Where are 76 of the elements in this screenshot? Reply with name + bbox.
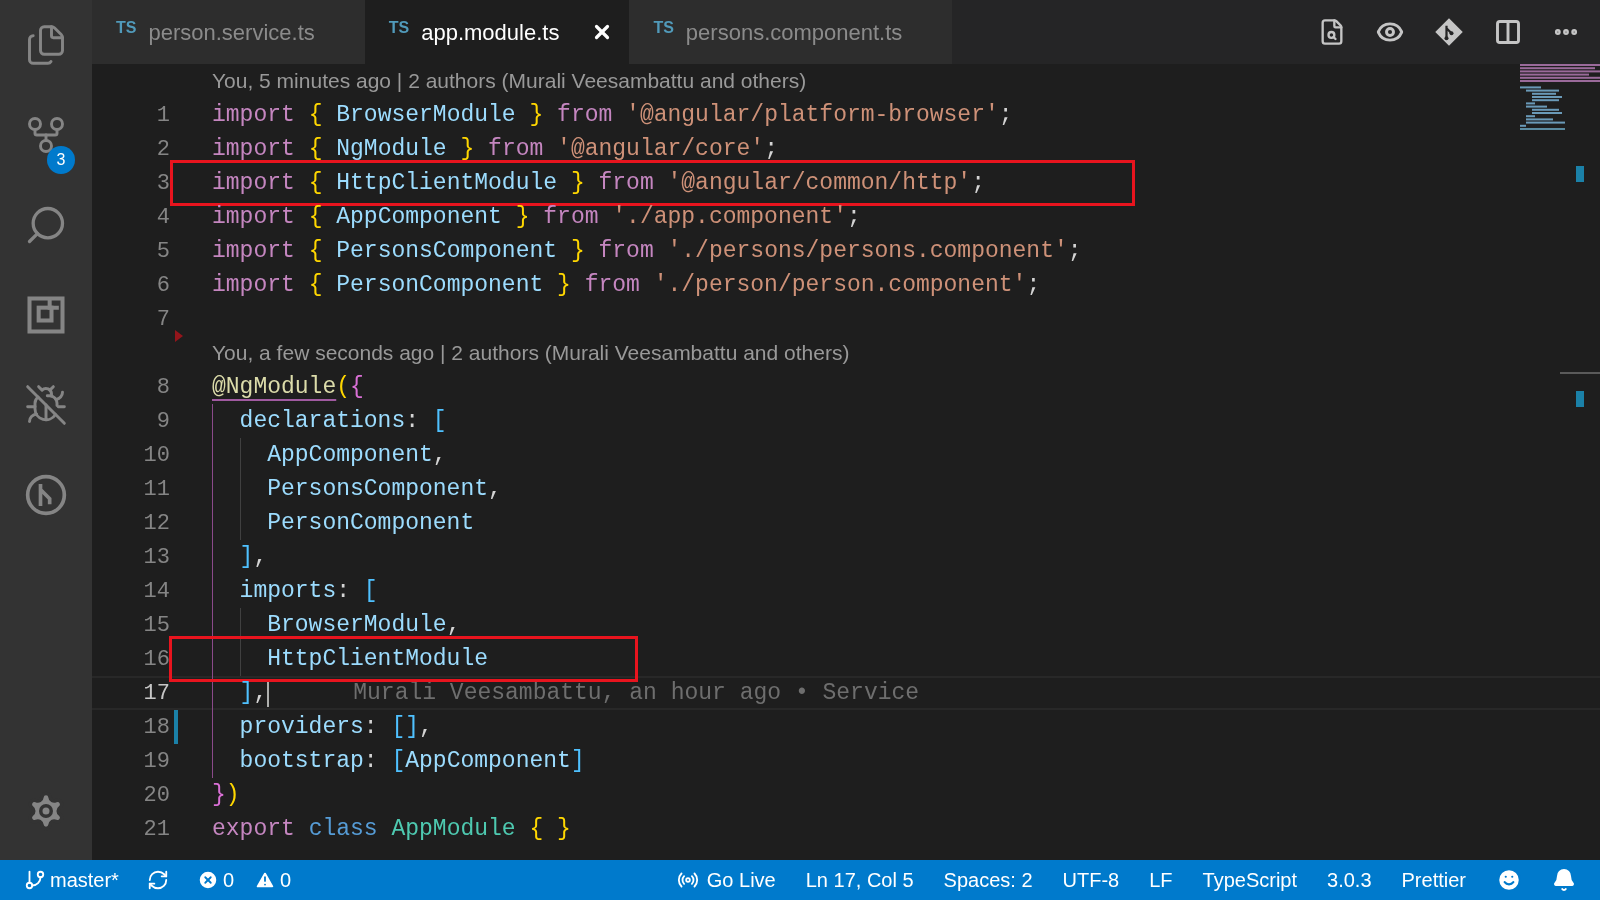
errors-button[interactable]: 0 xyxy=(196,865,235,895)
line-number: 5 xyxy=(155,237,170,266)
line-number: 16 xyxy=(142,645,170,674)
code-line: PersonsComponent, xyxy=(267,475,502,504)
file-tab[interactable]: TS app.module.ts xyxy=(364,0,630,64)
bell-icon[interactable] xyxy=(1552,868,1576,892)
codelens-annotation[interactable]: You, 5 minutes ago | 2 authors (Murali Veesambattu and others) xyxy=(212,65,807,97)
line-number: 18 xyxy=(142,713,170,742)
code-line: import { PersonComponent } from './person/person.component'; xyxy=(212,271,1041,300)
status-item[interactable]: TypeScript xyxy=(1202,865,1298,895)
scroll-marker xyxy=(1576,391,1584,407)
codelens-annotation[interactable]: You, a few seconds ago | 2 authors (Murali Veesambattu and others) xyxy=(212,337,850,369)
line-number: 3 xyxy=(155,169,170,198)
code-line: ], xyxy=(239,679,268,708)
error-icon xyxy=(196,869,219,891)
typescript-label: TS xyxy=(653,18,674,38)
code-line: import { BrowserModule } from '@angular/platform-browser'; xyxy=(212,101,1013,130)
line-number: 4 xyxy=(155,203,170,232)
code-line: providers: [], xyxy=(239,713,433,742)
line-number: 1 xyxy=(155,101,170,130)
file-tab[interactable]: TS person.service.ts xyxy=(92,0,365,64)
line-number: 20 xyxy=(142,781,170,810)
smiley-icon[interactable] xyxy=(1496,867,1522,893)
branch-button[interactable]: master* xyxy=(24,865,119,895)
file-tab[interactable]: TS persons.component.ts xyxy=(629,0,953,64)
status-item[interactable]: LF xyxy=(1149,865,1173,895)
line-number: 14 xyxy=(142,577,170,606)
code-line: import { PersonsComponent } from './persons/persons.component'; xyxy=(212,237,1082,266)
status-item[interactable]: Prettier xyxy=(1401,865,1466,895)
code-line: import { NgModule } from '@angular/core'; xyxy=(212,135,778,164)
scroll-marker xyxy=(1576,166,1584,182)
code-line: declarations: [ xyxy=(239,407,447,436)
status-item[interactable]: Spaces: 2 xyxy=(943,865,1033,895)
line-number: 19 xyxy=(142,747,170,776)
code-line: import { AppComponent } from './app.component'; xyxy=(212,203,861,232)
code-line: HttpClientModule xyxy=(267,645,489,674)
go-live-button[interactable]: Go Live xyxy=(676,865,776,895)
line-number: 11 xyxy=(142,475,170,504)
code-line: export class AppModule { } xyxy=(212,815,571,844)
line-number: 17 xyxy=(142,679,170,708)
split-editor-icon[interactable] xyxy=(1494,18,1522,46)
code-line: imports: [ xyxy=(239,577,378,606)
status-item[interactable]: 3.0.3 xyxy=(1327,865,1372,895)
code-line: }) xyxy=(212,781,240,810)
code-line: PersonComponent xyxy=(267,509,475,538)
typescript-label: TS xyxy=(116,18,137,38)
code-line: @NgModule({ xyxy=(212,373,364,402)
line-number: 21 xyxy=(142,815,170,844)
status-item[interactable]: UTF-8 xyxy=(1062,865,1120,895)
line-number: 9 xyxy=(155,407,170,436)
text-cursor xyxy=(267,679,270,707)
line-number: 2 xyxy=(155,135,170,164)
code-line: import { HttpClientModule } from '@angular/common/http'; xyxy=(212,169,985,198)
circle-icon[interactable] xyxy=(24,473,68,517)
code-line: AppComponent, xyxy=(267,441,447,470)
code-line: bootstrap: [AppComponent] xyxy=(239,747,585,776)
bug-icon[interactable] xyxy=(24,383,68,427)
line-number: 6 xyxy=(155,271,170,300)
code-line: BrowserModule, xyxy=(267,611,461,640)
branch-icon xyxy=(24,869,46,891)
blame-annotation: Murali Veesambattu, an hour ago • Service xyxy=(353,679,920,708)
sync-icon[interactable] xyxy=(146,869,169,891)
line-number: 15 xyxy=(142,611,170,640)
line-number: 7 xyxy=(155,305,170,334)
typescript-label: TS xyxy=(388,18,410,38)
line-number: 10 xyxy=(142,441,170,470)
status-item[interactable]: Ln 17, Col 5 xyxy=(805,865,914,895)
warning-icon xyxy=(254,869,277,891)
git-icon[interactable] xyxy=(1434,17,1464,47)
line-number: 13 xyxy=(142,543,170,572)
line-number: 12 xyxy=(142,509,170,538)
extensions-icon[interactable] xyxy=(24,293,68,337)
badge: 3 xyxy=(47,146,75,174)
line-number: 8 xyxy=(155,373,170,402)
warnings-button[interactable]: 0 xyxy=(254,865,292,895)
code-line: ], xyxy=(239,543,268,572)
